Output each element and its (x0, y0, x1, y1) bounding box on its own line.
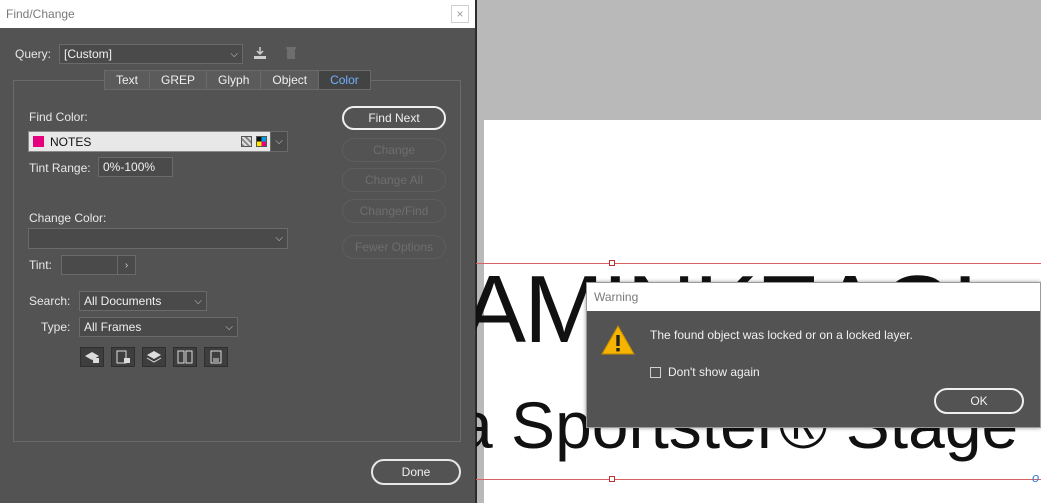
dont-show-again-checkbox[interactable] (650, 366, 661, 378)
chevron-down-icon: ⌵ (230, 48, 238, 60)
delete-query-icon[interactable] (282, 44, 300, 62)
warning-dialog: Warning The found object was locked or o… (586, 282, 1041, 428)
include-locked-stories-icon[interactable] (111, 347, 135, 367)
tint-input[interactable] (61, 255, 119, 275)
chevron-right-icon: › (124, 259, 129, 271)
find-color-value: NOTES (50, 134, 92, 149)
find-color-label: Find Color: (29, 110, 88, 124)
change-all-button[interactable]: Change All (342, 168, 446, 192)
find-change-titlebar[interactable]: Find/Change × (0, 0, 475, 28)
include-master-pages-icon[interactable] (173, 347, 197, 367)
warning-icon (601, 324, 635, 355)
find-next-button[interactable]: Find Next (342, 106, 446, 130)
query-value: [Custom] (64, 47, 113, 61)
query-label: Query: (15, 47, 52, 61)
tab-color[interactable]: Color (318, 70, 371, 90)
chevron-down-icon: ⌵ (194, 295, 202, 307)
tab-grep[interactable]: GREP (149, 70, 207, 90)
search-label: Search: (29, 294, 71, 308)
tint-pattern-icon (241, 136, 252, 147)
tab-glyph[interactable]: Glyph (206, 70, 261, 90)
process-color-icon (256, 136, 267, 147)
tab-text[interactable]: Text (104, 70, 150, 90)
tint-label: Tint: (29, 258, 52, 272)
tint-arrow-button[interactable]: › (117, 255, 136, 275)
frame-handle-bottom[interactable] (609, 476, 615, 482)
find-color-dropdown[interactable]: ⌵ (270, 131, 288, 152)
warning-message: The found object was locked or on a lock… (650, 328, 913, 342)
warning-title: Warning (587, 283, 1040, 311)
include-locked-layers-icon[interactable] (80, 347, 104, 367)
change-color-dropdown[interactable]: ⌵ (28, 228, 288, 249)
text-overflow-marker: o (1032, 470, 1040, 485)
chevron-down-icon: ⌵ (225, 321, 233, 333)
frame-guide-bottom (476, 479, 1041, 480)
frame-type-value: All Frames (84, 320, 142, 334)
change-button[interactable]: Change (342, 138, 446, 162)
color-swatch (33, 136, 44, 147)
done-button[interactable]: Done (371, 459, 461, 485)
include-footnotes-icon[interactable] (204, 347, 228, 367)
search-scope-dropdown[interactable]: All Documents ⌵ (79, 291, 207, 311)
close-icon[interactable]: × (451, 5, 469, 23)
search-scope-value: All Documents (84, 294, 162, 308)
save-query-icon[interactable] (251, 44, 269, 62)
find-change-dialog: Find/Change × Query: [Custom] ⌵ Text GRE… (0, 0, 476, 503)
type-label: Type: (41, 320, 71, 334)
search-type-tabs: Text GREP Glyph Object Color (104, 70, 371, 90)
change-color-label: Change Color: (29, 211, 107, 225)
ok-button[interactable]: OK (934, 388, 1024, 414)
query-dropdown[interactable]: [Custom] ⌵ (59, 44, 243, 64)
dialog-title: Find/Change (6, 7, 75, 21)
fewer-options-button[interactable]: Fewer Options (342, 235, 446, 259)
tint-range-label: Tint Range: (29, 161, 91, 175)
chevron-down-icon: ⌵ (275, 233, 283, 244)
find-color-field[interactable]: NOTES (28, 131, 272, 152)
change-find-button[interactable]: Change/Find (342, 199, 446, 223)
include-hidden-layers-icon[interactable] (142, 347, 166, 367)
dont-show-again-label: Don't show again (668, 365, 760, 379)
dont-show-again-row[interactable]: Don't show again (650, 365, 760, 379)
frame-type-dropdown[interactable]: All Frames ⌵ (79, 317, 238, 337)
chevron-down-icon: ⌵ (275, 136, 283, 147)
tab-object[interactable]: Object (260, 70, 319, 90)
tint-range-input[interactable]: 0%-100% (98, 157, 173, 177)
